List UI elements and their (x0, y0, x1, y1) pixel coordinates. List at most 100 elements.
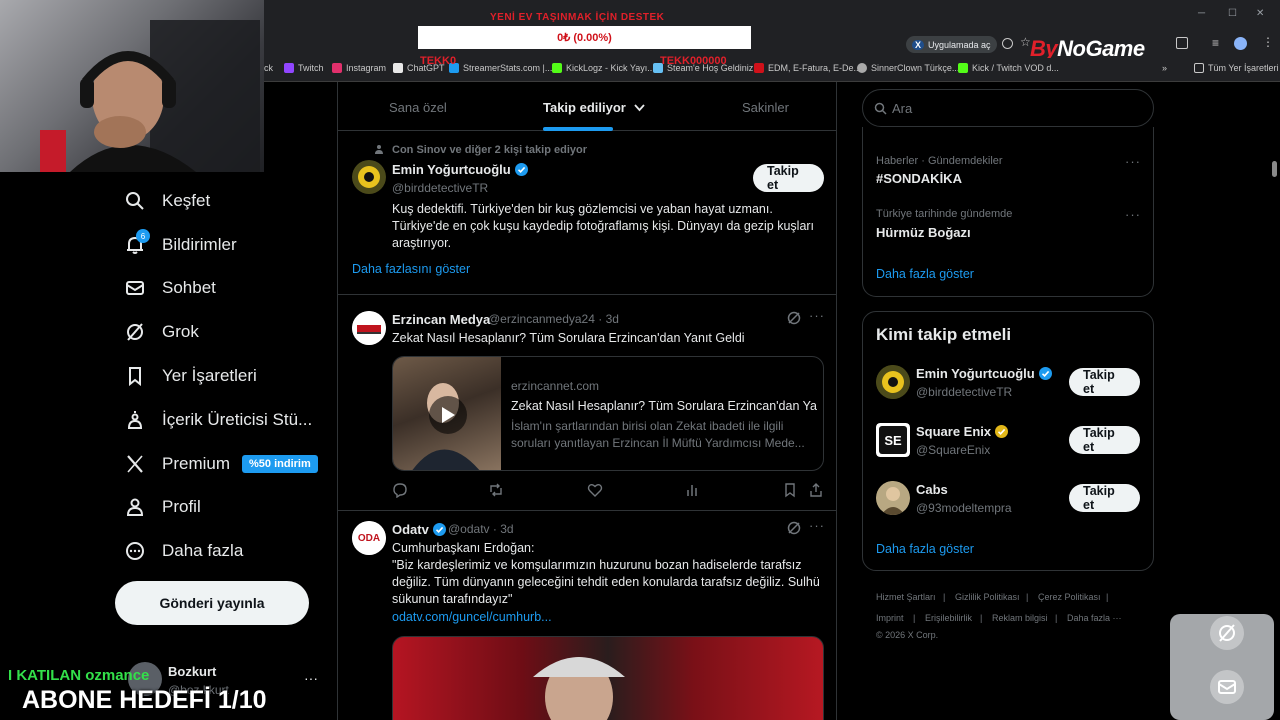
suggestion-name[interactable]: Cabs (916, 482, 948, 497)
nav-item-chat[interactable]: Sohbet (124, 271, 216, 305)
nav-label: Keşfet (162, 191, 211, 210)
follow-button[interactable]: Takip et (753, 164, 824, 192)
kick-icon (958, 63, 968, 73)
bookmark-item[interactable]: Kick / Twitch VOD d... (958, 63, 1059, 73)
bookmark-item[interactable]: Twitch (284, 63, 324, 73)
footer-link-terms[interactable]: Hizmet Şartları (876, 592, 936, 602)
stream-overlay-left-label: TEKK0 (420, 55, 457, 67)
post-author-name[interactable]: Odatv (392, 522, 446, 537)
post-media-image[interactable] (392, 636, 824, 720)
link-preview-title: Zekat Nasıl Hesaplanır? Tüm Sorulara Erz… (511, 399, 817, 413)
profile-avatar-icon[interactable] (1234, 37, 1247, 50)
bookmark-icon[interactable] (782, 482, 798, 498)
donation-progress-bar: 0₺ (0.00%) (418, 26, 751, 49)
bookmark-item[interactable]: SinnerClown Türkçe... (857, 63, 959, 73)
tab-for-you[interactable]: Sana özel (389, 100, 447, 115)
minimize-icon[interactable]: ─ (1198, 8, 1205, 19)
post-link[interactable]: odatv.com/guncel/cumhurb... (392, 610, 552, 624)
open-in-app-button[interactable]: X Uygulamada aç (906, 36, 997, 53)
post-author-name[interactable]: Erzincan Medya (392, 312, 490, 327)
avatar[interactable]: SE (876, 423, 910, 457)
post-author-handle: @erzincanmedya24 · 3d (488, 312, 619, 326)
nav-item-premium[interactable]: Premium (124, 447, 230, 481)
post-author-handle: @odatv · 3d (448, 522, 514, 536)
nav-item-creator-studio[interactable]: İçerik Üreticisi Stü... (124, 403, 312, 437)
globe-icon (857, 63, 867, 73)
trend-more-icon[interactable]: ··· (1125, 154, 1141, 169)
nav-label: Sohbet (162, 278, 216, 297)
link-preview-domain: erzincannet.com (511, 379, 600, 393)
search-input[interactable]: Ara (862, 89, 1154, 127)
footer-link-privacy[interactable]: Gizlilik Politikası (955, 592, 1020, 602)
nav-item-grok[interactable]: Grok (124, 315, 199, 349)
zoom-icon[interactable] (1002, 38, 1013, 49)
follow-button[interactable]: Takip et (1069, 484, 1140, 512)
bookmark-item[interactable]: ck (264, 63, 273, 73)
views-icon[interactable] (685, 482, 701, 498)
post-more-icon[interactable]: ··· (809, 518, 825, 533)
tab-following[interactable]: Takip ediliyor (543, 100, 646, 115)
post-button[interactable]: Gönderi yayınla (115, 581, 309, 625)
grok-analyze-icon[interactable] (787, 311, 801, 325)
footer-link-imprint[interactable]: Imprint (876, 613, 904, 623)
bookmark-item[interactable]: EDM, E-Fatura, E-De... (754, 63, 861, 73)
nav-label: Daha fazla (162, 541, 244, 560)
suggested-account-handle: @birddetectiveTR (392, 181, 489, 195)
suggestion-name[interactable]: Emin Yoğurtcuoğlu (916, 366, 1052, 381)
repost-icon[interactable] (488, 482, 504, 498)
account-more-icon[interactable]: ··· (304, 670, 318, 686)
suggestion-name[interactable]: Square Enix (916, 424, 1009, 439)
avatar[interactable]: ODA (352, 521, 386, 555)
grok-icon[interactable] (1210, 616, 1244, 650)
nav-item-profile[interactable]: Profil (124, 490, 201, 524)
nav-item-bookmarks[interactable]: Yer İşaretleri (124, 359, 257, 393)
avatar[interactable] (876, 365, 910, 399)
footer-link-ads-info[interactable]: Reklam bilgisi (992, 613, 1048, 623)
footer-link-accessibility[interactable]: Erişilebilirlik (925, 613, 972, 623)
nav-item-more[interactable]: Daha fazla (124, 534, 243, 568)
more-circle-icon (124, 540, 146, 562)
nav-label: Yer İşaretleri (162, 366, 257, 385)
all-bookmarks-folder[interactable]: Tüm Yer İşaretleri (1194, 63, 1279, 73)
suggested-account-name[interactable]: Emin Yoğurtcuoğlu (392, 162, 528, 177)
suggestion-handle: @birddetectiveTR (916, 385, 1013, 399)
footer-link-more[interactable]: Daha fazla ··· (1067, 613, 1122, 623)
person-icon (124, 496, 146, 518)
grok-analyze-icon[interactable] (787, 521, 801, 535)
bookmark-item[interactable]: KickLogz - Kick Yayı... (552, 63, 655, 73)
follow-button[interactable]: Takip et (1069, 368, 1140, 396)
menu-lines-icon[interactable]: ≡ (1212, 36, 1219, 50)
trend-more-icon[interactable]: ··· (1125, 207, 1141, 222)
avatar[interactable] (876, 481, 910, 515)
who-to-follow-show-more-link[interactable]: Daha fazla göster (876, 542, 974, 556)
footer-separator: | (1026, 592, 1029, 602)
trend-name[interactable]: Hürmüz Boğazı (876, 225, 971, 240)
bookmark-item[interactable]: StreamerStats.com |... (449, 63, 552, 73)
scrollbar-thumb[interactable] (1272, 161, 1277, 177)
close-icon[interactable]: ✕ (1256, 8, 1264, 19)
messages-icon[interactable] (1210, 670, 1244, 704)
chevron-right-icon[interactable]: » (1162, 63, 1167, 73)
maximize-icon[interactable]: ☐ (1228, 8, 1237, 19)
like-icon[interactable] (587, 482, 603, 498)
stream-overlay-title: YENİ EV TAŞINMAK İÇİN DESTEK (490, 12, 665, 23)
follow-button[interactable]: Takip et (1069, 426, 1140, 454)
avatar[interactable] (352, 311, 386, 345)
link-preview-card[interactable]: erzincannet.com Zekat Nasıl Hesaplanır? … (392, 356, 824, 471)
nav-item-explore[interactable]: Keşfet (124, 184, 210, 218)
trends-show-more-link[interactable]: Daha fazla göster (876, 267, 974, 281)
show-more-link[interactable]: Daha fazlasını göster (352, 262, 470, 276)
avatar[interactable] (352, 160, 386, 194)
trend-name[interactable]: #SONDAKİKA (876, 171, 962, 186)
extensions-icon[interactable] (1176, 37, 1188, 49)
bookmark-item[interactable]: Instagram (332, 63, 386, 73)
post-more-icon[interactable]: ··· (809, 308, 825, 323)
kebab-menu-icon[interactable]: ⋮ (1262, 35, 1274, 49)
tab-active-indicator (543, 127, 613, 131)
share-icon[interactable] (808, 482, 824, 498)
tab-residents[interactable]: Sakinler (742, 100, 789, 115)
nav-label: Profil (162, 497, 201, 516)
reply-icon[interactable] (392, 482, 408, 498)
verified-badge-icon (1038, 367, 1052, 380)
footer-link-cookies[interactable]: Çerez Politikası (1038, 592, 1101, 602)
